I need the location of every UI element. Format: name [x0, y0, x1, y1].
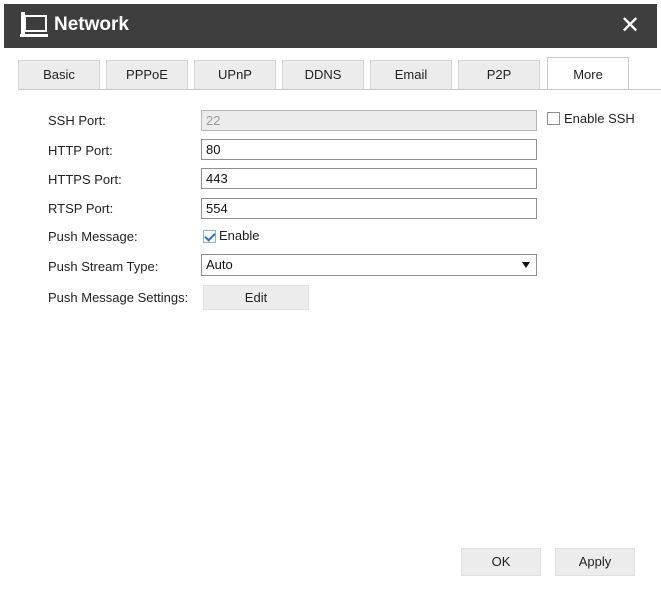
https-port-field[interactable]	[201, 168, 537, 189]
apply-button[interactable]: Apply	[555, 548, 635, 576]
tab-email[interactable]: Email	[370, 60, 452, 89]
push-stream-type-select[interactable]: Auto	[201, 254, 537, 276]
rtsp-port-field[interactable]	[201, 198, 537, 219]
push-stream-type-label: Push Stream Type:	[48, 259, 159, 274]
tab-p2p[interactable]: P2P	[458, 60, 540, 89]
https-port-label: HTTPS Port:	[48, 172, 122, 187]
tab-ddns[interactable]: DDNS	[282, 60, 364, 89]
push-message-label: Push Message:	[48, 229, 138, 244]
enable-ssh-label[interactable]: Enable SSH	[564, 111, 635, 127]
push-message-settings-label: Push Message Settings:	[48, 290, 189, 305]
dialog-titlebar: Network ✕	[4, 4, 657, 48]
ssh-port-field[interactable]	[201, 110, 537, 131]
rtsp-port-label: RTSP Port:	[48, 201, 114, 216]
tab-pppoe[interactable]: PPPoE	[106, 60, 188, 89]
close-button[interactable]: ✕	[617, 13, 643, 39]
close-icon: ✕	[619, 12, 641, 39]
tab-upnp[interactable]: UPnP	[194, 60, 276, 89]
http-port-field[interactable]	[201, 139, 537, 160]
push-message-enable-label[interactable]: Enable	[219, 228, 259, 244]
edit-button[interactable]: Edit	[203, 285, 309, 310]
push-message-enable-checkbox[interactable]	[203, 230, 216, 243]
http-port-label: HTTP Port:	[48, 143, 113, 158]
ssh-port-label: SSH Port:	[48, 113, 106, 128]
enable-ssh-checkbox[interactable]	[547, 112, 560, 125]
tab-basic[interactable]: Basic	[18, 60, 100, 89]
dialog-title: Network	[54, 14, 129, 35]
network-computer-icon	[20, 12, 48, 37]
ok-button[interactable]: OK	[461, 548, 541, 576]
tab-more[interactable]: More	[547, 57, 629, 89]
tab-bar: Basic PPPoE UPnP DDNS Email P2P More	[18, 57, 661, 90]
dropdown-arrow-icon	[522, 262, 530, 268]
push-stream-type-value: Auto	[206, 257, 233, 272]
